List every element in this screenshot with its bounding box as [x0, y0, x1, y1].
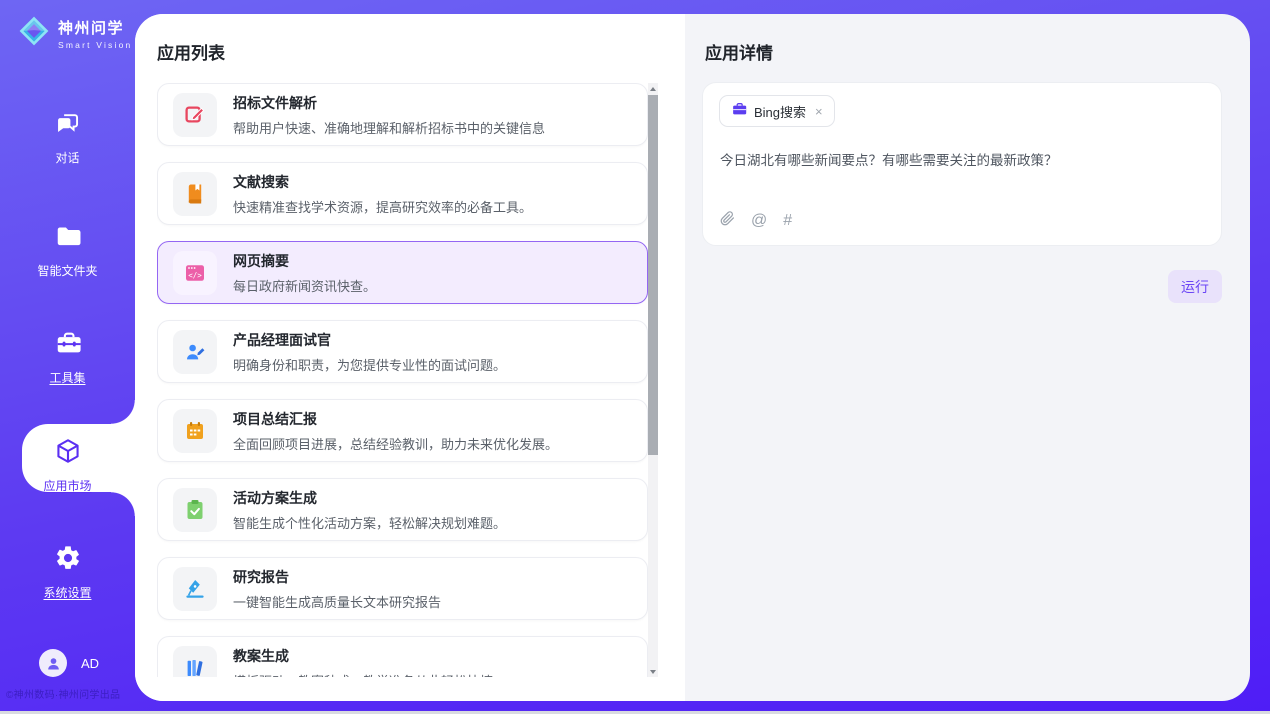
input-toolbar: @ #: [720, 210, 792, 232]
app-card-research-report[interactable]: 研究报告 一键智能生成高质量长文本研究报告: [157, 557, 648, 620]
gear-icon: [54, 544, 82, 577]
app-card-pm-interviewer[interactable]: 产品经理面试官 明确身份和职责，为您提供专业性的面试问题。: [157, 320, 648, 383]
scrollbar-thumb[interactable]: [648, 95, 658, 455]
copyright-footer: ©神州数码·神州问学出品: [6, 686, 135, 701]
app-list: 招标文件解析 帮助用户快速、准确地理解和解析招标书中的关键信息 文献搜索: [157, 83, 648, 677]
app-name: 文献搜索: [233, 172, 532, 192]
app-card-lesson-plan[interactable]: 教案生成 模板驱动，教案秒成，教学准备从此轻松快捷: [157, 636, 648, 677]
sidebar-item-smart-folder[interactable]: 智能文件夹: [0, 222, 135, 279]
app-desc: 快速精准查找学术资源，提高研究效率的必备工具。: [233, 197, 532, 216]
app-desc: 全面回顾项目进展，总结经验教训，助力未来优化发展。: [233, 434, 558, 453]
app-window: 神州问学 Smart Vision 对话 智能文件夹: [0, 0, 1270, 714]
app-card-event-plan[interactable]: 活动方案生成 智能生成个性化活动方案，轻松解决规划难题。: [157, 478, 648, 541]
sidebar: 神州问学 Smart Vision 对话 智能文件夹: [0, 0, 135, 711]
brand-logo: 神州问学 Smart Vision: [18, 15, 132, 52]
app-card-bid-parse[interactable]: 招标文件解析 帮助用户快速、准确地理解和解析招标书中的关键信息: [157, 83, 648, 146]
ink-pen-icon: [173, 567, 217, 611]
sidebar-item-label: 工具集: [49, 369, 85, 386]
app-card-web-summary[interactable]: </> 网页摘要 每日政府新闻资讯快查。: [157, 241, 648, 304]
app-desc: 明确身份和职责，为您提供专业性的面试问题。: [233, 355, 506, 374]
sidebar-item-label: 对话: [55, 149, 79, 166]
briefcase-icon: [731, 101, 747, 122]
app-name: 项目总结汇报: [233, 409, 558, 429]
books-icon: [173, 646, 217, 678]
app-desc: 模板驱动，教案秒成，教学准备从此轻松快捷: [233, 671, 493, 678]
chat-icon: [54, 110, 81, 142]
sidebar-item-label: 智能文件夹: [37, 262, 97, 279]
calendar-icon: [173, 409, 217, 453]
app-desc: 帮助用户快速、准确地理解和解析招标书中的关键信息: [233, 118, 545, 137]
app-desc: 智能生成个性化活动方案，轻松解决规划难题。: [233, 513, 506, 532]
app-list-panel: 应用列表 招标文件解析 帮助用户快速、准确地理解和解析招标书中的关键信息: [135, 14, 685, 701]
app-name: 招标文件解析: [233, 93, 545, 113]
app-list-title: 应用列表: [157, 39, 225, 64]
app-desc: 一键智能生成高质量长文本研究报告: [233, 592, 441, 611]
brand-subtitle: Smart Vision: [58, 40, 132, 50]
clipboard-check-icon: [173, 488, 217, 532]
query-input[interactable]: 今日湖北有哪些新闻要点？有哪些需要关注的最新政策？: [720, 151, 1197, 171]
content-area: 应用列表 招标文件解析 帮助用户快速、准确地理解和解析招标书中的关键信息: [135, 14, 1250, 701]
sidebar-item-settings[interactable]: 系统设置: [0, 544, 135, 601]
scroll-down-icon[interactable]: [648, 666, 658, 677]
app-detail-title: 应用详情: [705, 39, 773, 64]
run-button[interactable]: 运行: [1168, 270, 1222, 303]
paperclip-icon[interactable]: [720, 210, 735, 232]
app-card-literature-search[interactable]: 文献搜索 快速精准查找学术资源，提高研究效率的必备工具。: [157, 162, 648, 225]
brand-name: 神州问学: [58, 17, 132, 38]
tool-tag-bing-search[interactable]: Bing搜索 ×: [719, 95, 835, 127]
user-account[interactable]: AD: [39, 649, 99, 677]
cube-icon: [54, 437, 82, 470]
app-desc: 每日政府新闻资讯快查。: [233, 276, 376, 295]
person-icon: [45, 655, 62, 672]
mention-icon[interactable]: @: [751, 213, 767, 229]
app-card-project-summary[interactable]: 项目总结汇报 全面回顾项目进展，总结经验教训，助力未来优化发展。: [157, 399, 648, 462]
toolbox-icon: [54, 329, 82, 362]
book-icon: [173, 172, 217, 216]
folder-icon: [54, 222, 82, 255]
interviewer-icon: [173, 330, 217, 374]
diamond-logo-icon: [18, 15, 50, 52]
list-scrollbar[interactable]: [648, 83, 658, 677]
app-name: 研究报告: [233, 567, 441, 587]
user-name: AD: [81, 656, 99, 671]
sidebar-item-label: 系统设置: [43, 584, 91, 601]
close-icon[interactable]: ×: [815, 104, 823, 119]
sidebar-item-toolset[interactable]: 工具集: [0, 329, 135, 386]
sidebar-item-app-market[interactable]: 应用市场: [0, 437, 135, 494]
avatar: [39, 649, 67, 677]
svg-text:</>: </>: [188, 270, 202, 279]
app-name: 教案生成: [233, 646, 493, 666]
tool-tag-label: Bing搜索: [754, 102, 806, 121]
sidebar-item-label: 应用市场: [43, 477, 91, 494]
sidebar-item-chat[interactable]: 对话: [0, 110, 135, 166]
app-name: 活动方案生成: [233, 488, 506, 508]
app-name: 产品经理面试官: [233, 330, 506, 350]
scroll-up-icon[interactable]: [648, 83, 658, 94]
prompt-card: Bing搜索 × 今日湖北有哪些新闻要点？有哪些需要关注的最新政策？ @ #: [702, 82, 1222, 246]
hash-icon[interactable]: #: [783, 213, 792, 229]
document-edit-icon: [173, 93, 217, 137]
browser-code-icon: </>: [173, 251, 217, 295]
app-name: 网页摘要: [233, 251, 376, 271]
